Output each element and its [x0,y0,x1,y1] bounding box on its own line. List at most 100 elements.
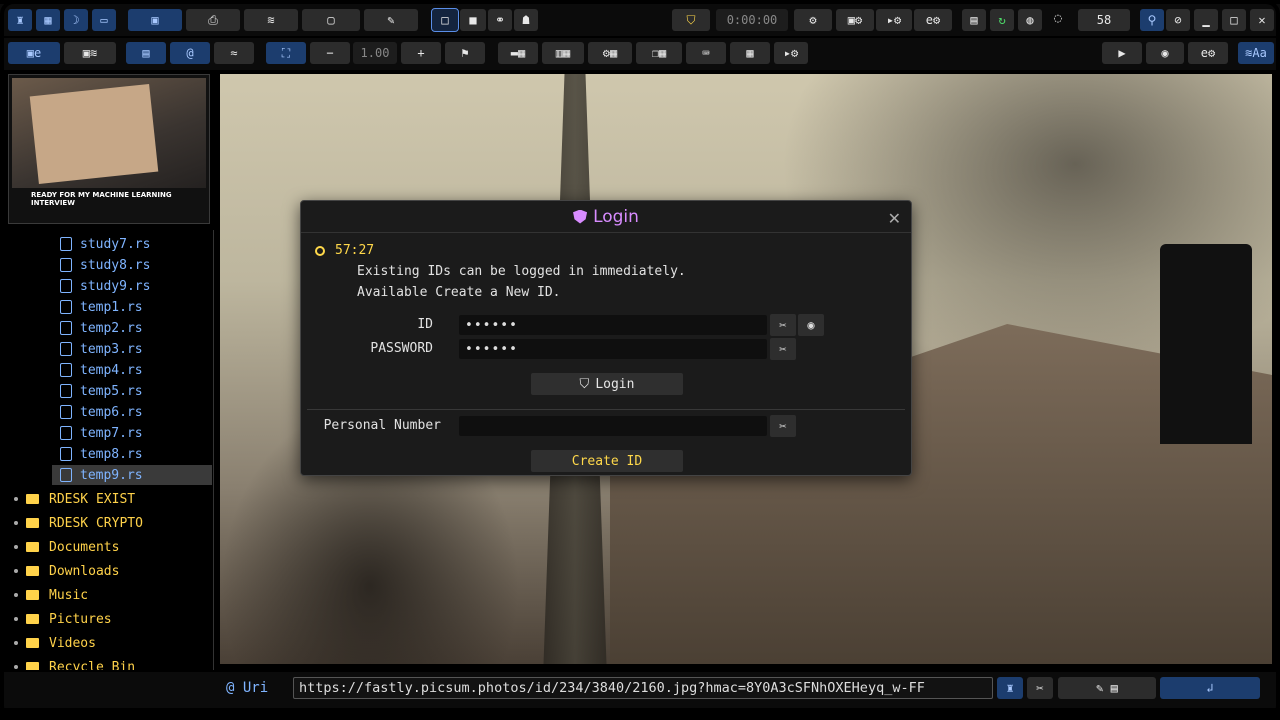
folder-item[interactable]: RDESK CRYPTO [14,512,143,534]
fullscreen-icon[interactable]: ⛶ [266,42,306,64]
folder-name: Recycle Bin [49,659,136,671]
shield-icon[interactable]: ⛉ [672,9,710,31]
create-id-button[interactable]: Create ID [531,450,683,472]
zoom-in-button[interactable]: + [401,42,441,64]
expand-bullet-icon[interactable] [14,641,18,645]
scissors-icon[interactable]: ✂ [770,314,796,336]
minimize-icon[interactable]: ▁ [1194,9,1218,31]
youtube-icon[interactable]: ▶ [1102,42,1142,64]
uri-input[interactable]: https://fastly.picsum.photos/id/234/3840… [293,677,993,699]
monitor-icon[interactable]: ▭ [92,9,116,31]
file-item[interactable]: temp9.rs [52,465,212,485]
file-item[interactable]: temp5.rs [52,381,212,401]
maximize-icon[interactable]: □ [1222,9,1246,31]
user-icon[interactable]: ☗ [514,9,538,31]
keyboard-icon[interactable]: ⌨ [686,42,726,64]
login-button[interactable]: ⛉ Login [531,373,683,395]
close-icon[interactable]: ✕ [888,209,901,228]
folder-item[interactable]: Videos [14,632,96,654]
github-icon[interactable]: ◉ [1146,42,1184,64]
square-filled-icon[interactable]: ■ [460,9,486,31]
expand-bullet-icon[interactable] [14,497,18,501]
play-settings-icon[interactable]: ▸⚙ [876,9,912,31]
expand-bullet-icon[interactable] [14,545,18,549]
video-thumbnail[interactable]: READY FOR MY MACHINE LEARNING INTERVIEW [8,74,210,224]
globe-icon[interactable]: ◍ [1018,9,1042,31]
expand-bullet-icon[interactable] [14,521,18,525]
gear-windows-icon[interactable]: ⚙▦ [588,42,632,64]
bottom-bar: @ Uri https://fastly.picsum.photos/id/23… [0,672,1280,708]
timer-value: 57:27 [335,243,375,258]
folder-item[interactable]: Pictures [14,608,112,630]
gear-icon[interactable]: ⚙ [794,9,832,31]
scissors-icon[interactable]: ✂ [770,415,796,437]
file-item[interactable]: study9.rs [52,276,212,296]
expand-bullet-icon[interactable] [14,569,18,573]
file-item[interactable]: temp6.rs [52,402,212,422]
moon-icon[interactable]: ☽ [64,9,88,31]
timer-display: 0:00:00 [716,9,788,31]
database-icon[interactable]: ≋ [244,9,298,31]
expand-bullet-icon[interactable] [14,617,18,621]
ie-settings-icon[interactable]: e⚙ [914,9,952,31]
castle-icon[interactable]: ♜ [997,677,1023,699]
file-item[interactable]: temp8.rs [52,444,212,464]
image-browser-icon[interactable]: ▣e [8,42,60,64]
folder-item[interactable]: Music [14,584,88,606]
home-icon[interactable]: ♜ [8,9,32,31]
play-gear-icon[interactable]: ▸⚙ [774,42,808,64]
edit-document-icon[interactable]: ✎ ▤ [1058,677,1156,699]
id-field[interactable]: •••••• [459,315,767,335]
folder-item[interactable]: Recycle Bin [14,656,135,670]
folder-name: Music [49,587,89,603]
trash-icon[interactable]: ▤ [962,9,986,31]
file-item[interactable]: temp4.rs [52,360,212,380]
file-item[interactable]: temp7.rs [52,423,212,443]
file-icon [60,384,72,398]
block-icon[interactable]: ⊘ [1166,9,1190,31]
refresh-icon[interactable]: ↻ [990,9,1014,31]
browser-settings-icon[interactable]: e⚙ [1188,42,1228,64]
chat-icon[interactable]: ▢ [302,9,360,31]
font-settings-icon[interactable]: ≋Aa [1238,42,1274,64]
personal-number-field[interactable] [459,416,767,436]
close-window-icon[interactable]: ✕ [1250,9,1274,31]
folder-item[interactable]: Documents [14,536,119,558]
image-settings-icon[interactable]: ▣⚙ [836,9,874,31]
image-icon[interactable]: ▣ [128,9,182,31]
folder-name: Videos [49,635,96,651]
enter-icon[interactable]: ↲ [1160,677,1260,699]
password-field[interactable]: •••••• [459,339,767,359]
run-icon[interactable]: ⚑ [445,42,485,64]
expand-bullet-icon[interactable] [14,593,18,597]
scissors-icon[interactable]: ✂ [770,338,796,360]
glasses-icon[interactable]: ⚭ [488,9,512,31]
file-item[interactable]: study7.rs [52,234,212,254]
calculator-icon[interactable]: ▦ [730,42,770,64]
file-item[interactable]: temp2.rs [52,318,212,338]
folder-icon [26,614,39,624]
image-db-icon[interactable]: ▣≋ [64,42,116,64]
at-icon[interactable]: @ [170,42,210,64]
folder-windows-icon[interactable]: ▬▦ [498,42,538,64]
trash-windows-icon[interactable]: ▥▦ [542,42,584,64]
printer-icon[interactable]: ⎙ [186,9,240,31]
brush-icon[interactable]: ✎ [364,9,418,31]
zoom-out-button[interactable]: − [310,42,350,64]
file-icon[interactable]: ▤ [126,42,166,64]
folder-item[interactable]: RDESK EXIST [14,488,135,510]
wave-icon[interactable]: ≈ [214,42,254,64]
folder-item[interactable]: Downloads [14,560,119,582]
windows-icon[interactable]: ▦ [36,9,60,31]
file-name: study8.rs [80,257,151,273]
copy-windows-icon[interactable]: ❐▦ [636,42,682,64]
file-item[interactable]: temp3.rs [52,339,212,359]
countdown-timer: 57:27 [315,243,374,258]
pin-icon[interactable]: ⚲ [1140,9,1164,31]
scissors-icon[interactable]: ✂ [1027,677,1053,699]
file-item[interactable]: study8.rs [52,255,212,275]
square-outline-icon[interactable]: □ [431,8,459,32]
file-item[interactable]: temp1.rs [52,297,212,317]
eye-icon[interactable]: ◉ [798,314,824,336]
expand-bullet-icon[interactable] [14,665,18,669]
